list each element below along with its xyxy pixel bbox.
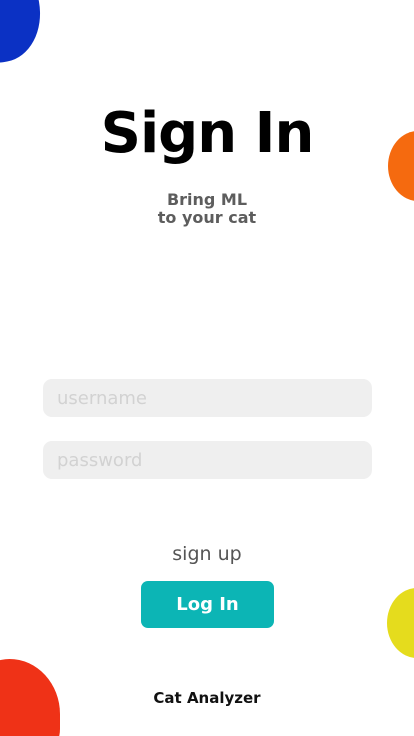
subtitle-line-1: Bring ML bbox=[166, 190, 248, 209]
password-input[interactable] bbox=[43, 441, 372, 479]
subtitle-line-2: to your cat bbox=[157, 208, 257, 227]
log-in-button[interactable]: Log In bbox=[141, 581, 274, 628]
subtitle: Bring ML to your cat bbox=[0, 191, 414, 227]
sign-up-link[interactable]: sign up bbox=[0, 543, 414, 565]
decorative-blob-blue bbox=[0, 0, 49, 69]
sign-in-screen: Sign In Bring ML to your cat sign up Log… bbox=[0, 0, 414, 736]
app-name-footer: Cat Analyzer bbox=[153, 689, 261, 707]
username-input[interactable] bbox=[43, 379, 372, 417]
page-title: Sign In bbox=[100, 101, 315, 166]
decorative-blob-yellow bbox=[387, 588, 414, 658]
